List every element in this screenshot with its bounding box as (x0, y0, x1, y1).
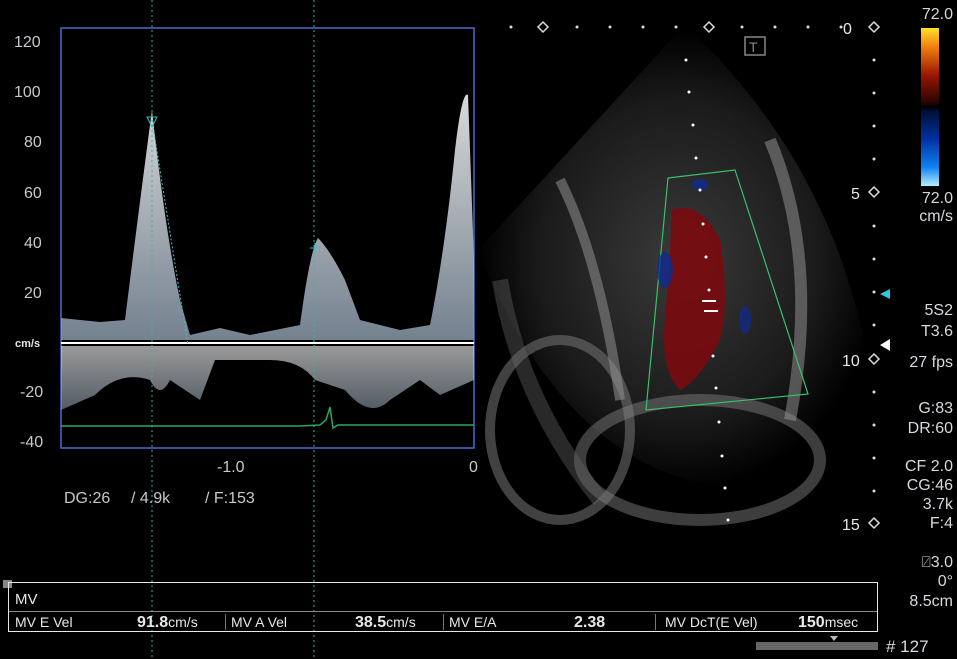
color-frequency-label: CF 2.0 (904, 458, 953, 475)
a-vel-label: MV A Vel (231, 614, 288, 630)
dct-value: 150msec (798, 614, 859, 631)
color-bar-bottom-label: 72.0 (921, 190, 953, 207)
depth-15-label: 15 (842, 517, 860, 534)
top-scale (509, 20, 843, 34)
color-prf-label: 3.7k (922, 496, 953, 513)
probe-label: 5S2 (924, 302, 953, 319)
e-vel-label: MV E Vel (15, 614, 73, 630)
y-tick-label: 100 (14, 84, 41, 101)
angle-label: 0° (937, 573, 953, 590)
depth-label: 8.5cm (909, 593, 953, 610)
color-bar-top-label: 72.0 (921, 6, 953, 23)
y-tick-label: -40 (20, 434, 44, 451)
y-unit-label: cm/s (15, 338, 41, 350)
t-marker: T (749, 39, 758, 55)
frame-counter: # 127 (886, 637, 929, 656)
y-tick-label: 60 (24, 185, 42, 202)
frame-setting: / F:153 (205, 490, 255, 507)
color-filter-label: F:4 (929, 515, 953, 532)
y-tick-label: 80 (24, 134, 42, 151)
prf-setting: / 4.9k (131, 490, 171, 507)
depth-5-label: 5 (851, 186, 860, 203)
color-gain-label: CG:46 (906, 477, 953, 494)
x-tick-label: -1.0 (217, 459, 245, 476)
focus-marker (880, 339, 890, 351)
dynamic-range-label: DR:60 (907, 420, 953, 437)
spectral-panel (60, 27, 475, 449)
ea-label: MV E/A (449, 614, 497, 630)
y-tick-label: -20 (20, 384, 44, 401)
measurement-row: MV E Vel 91.8cm/s MV A Vel 38.5cm/s MV E… (9, 611, 877, 632)
angle-correction-label: ⍁3.0 (921, 554, 953, 571)
fps-label: 27 fps (909, 354, 953, 371)
color-bar-unit: cm/s (919, 208, 953, 225)
preset-label: T3.6 (920, 323, 953, 340)
depth-0-label: 0 (843, 21, 852, 38)
measurement-title: MV (15, 591, 38, 608)
sample-volume-marker (880, 289, 890, 299)
measurement-panel: MV MV E Vel 91.8cm/s MV A Vel 38.5cm/s M… (8, 582, 878, 632)
angle-correct-icon: ⍁ (921, 554, 931, 571)
gain-setting: DG:26 (64, 490, 111, 507)
depth-10-label: 10 (842, 353, 860, 370)
dct-label: MV DcT(E Vel) (665, 614, 758, 630)
ea-value: 2.38 (574, 614, 606, 631)
y-tick-label: 120 (14, 34, 41, 51)
cine-scroll-bar (756, 642, 878, 650)
y-tick-label: 20 (24, 285, 42, 302)
x-tick-label: 0 (469, 459, 478, 476)
y-tick-label: 40 (24, 235, 42, 252)
a-vel-value: 38.5cm/s (355, 614, 416, 631)
velocity-color-bar (921, 28, 939, 186)
e-vel-value: 91.8cm/s (137, 614, 198, 631)
ultrasound-image: 0 5 10 15 T (3, 0, 939, 659)
gain-label: G:83 (918, 400, 953, 417)
